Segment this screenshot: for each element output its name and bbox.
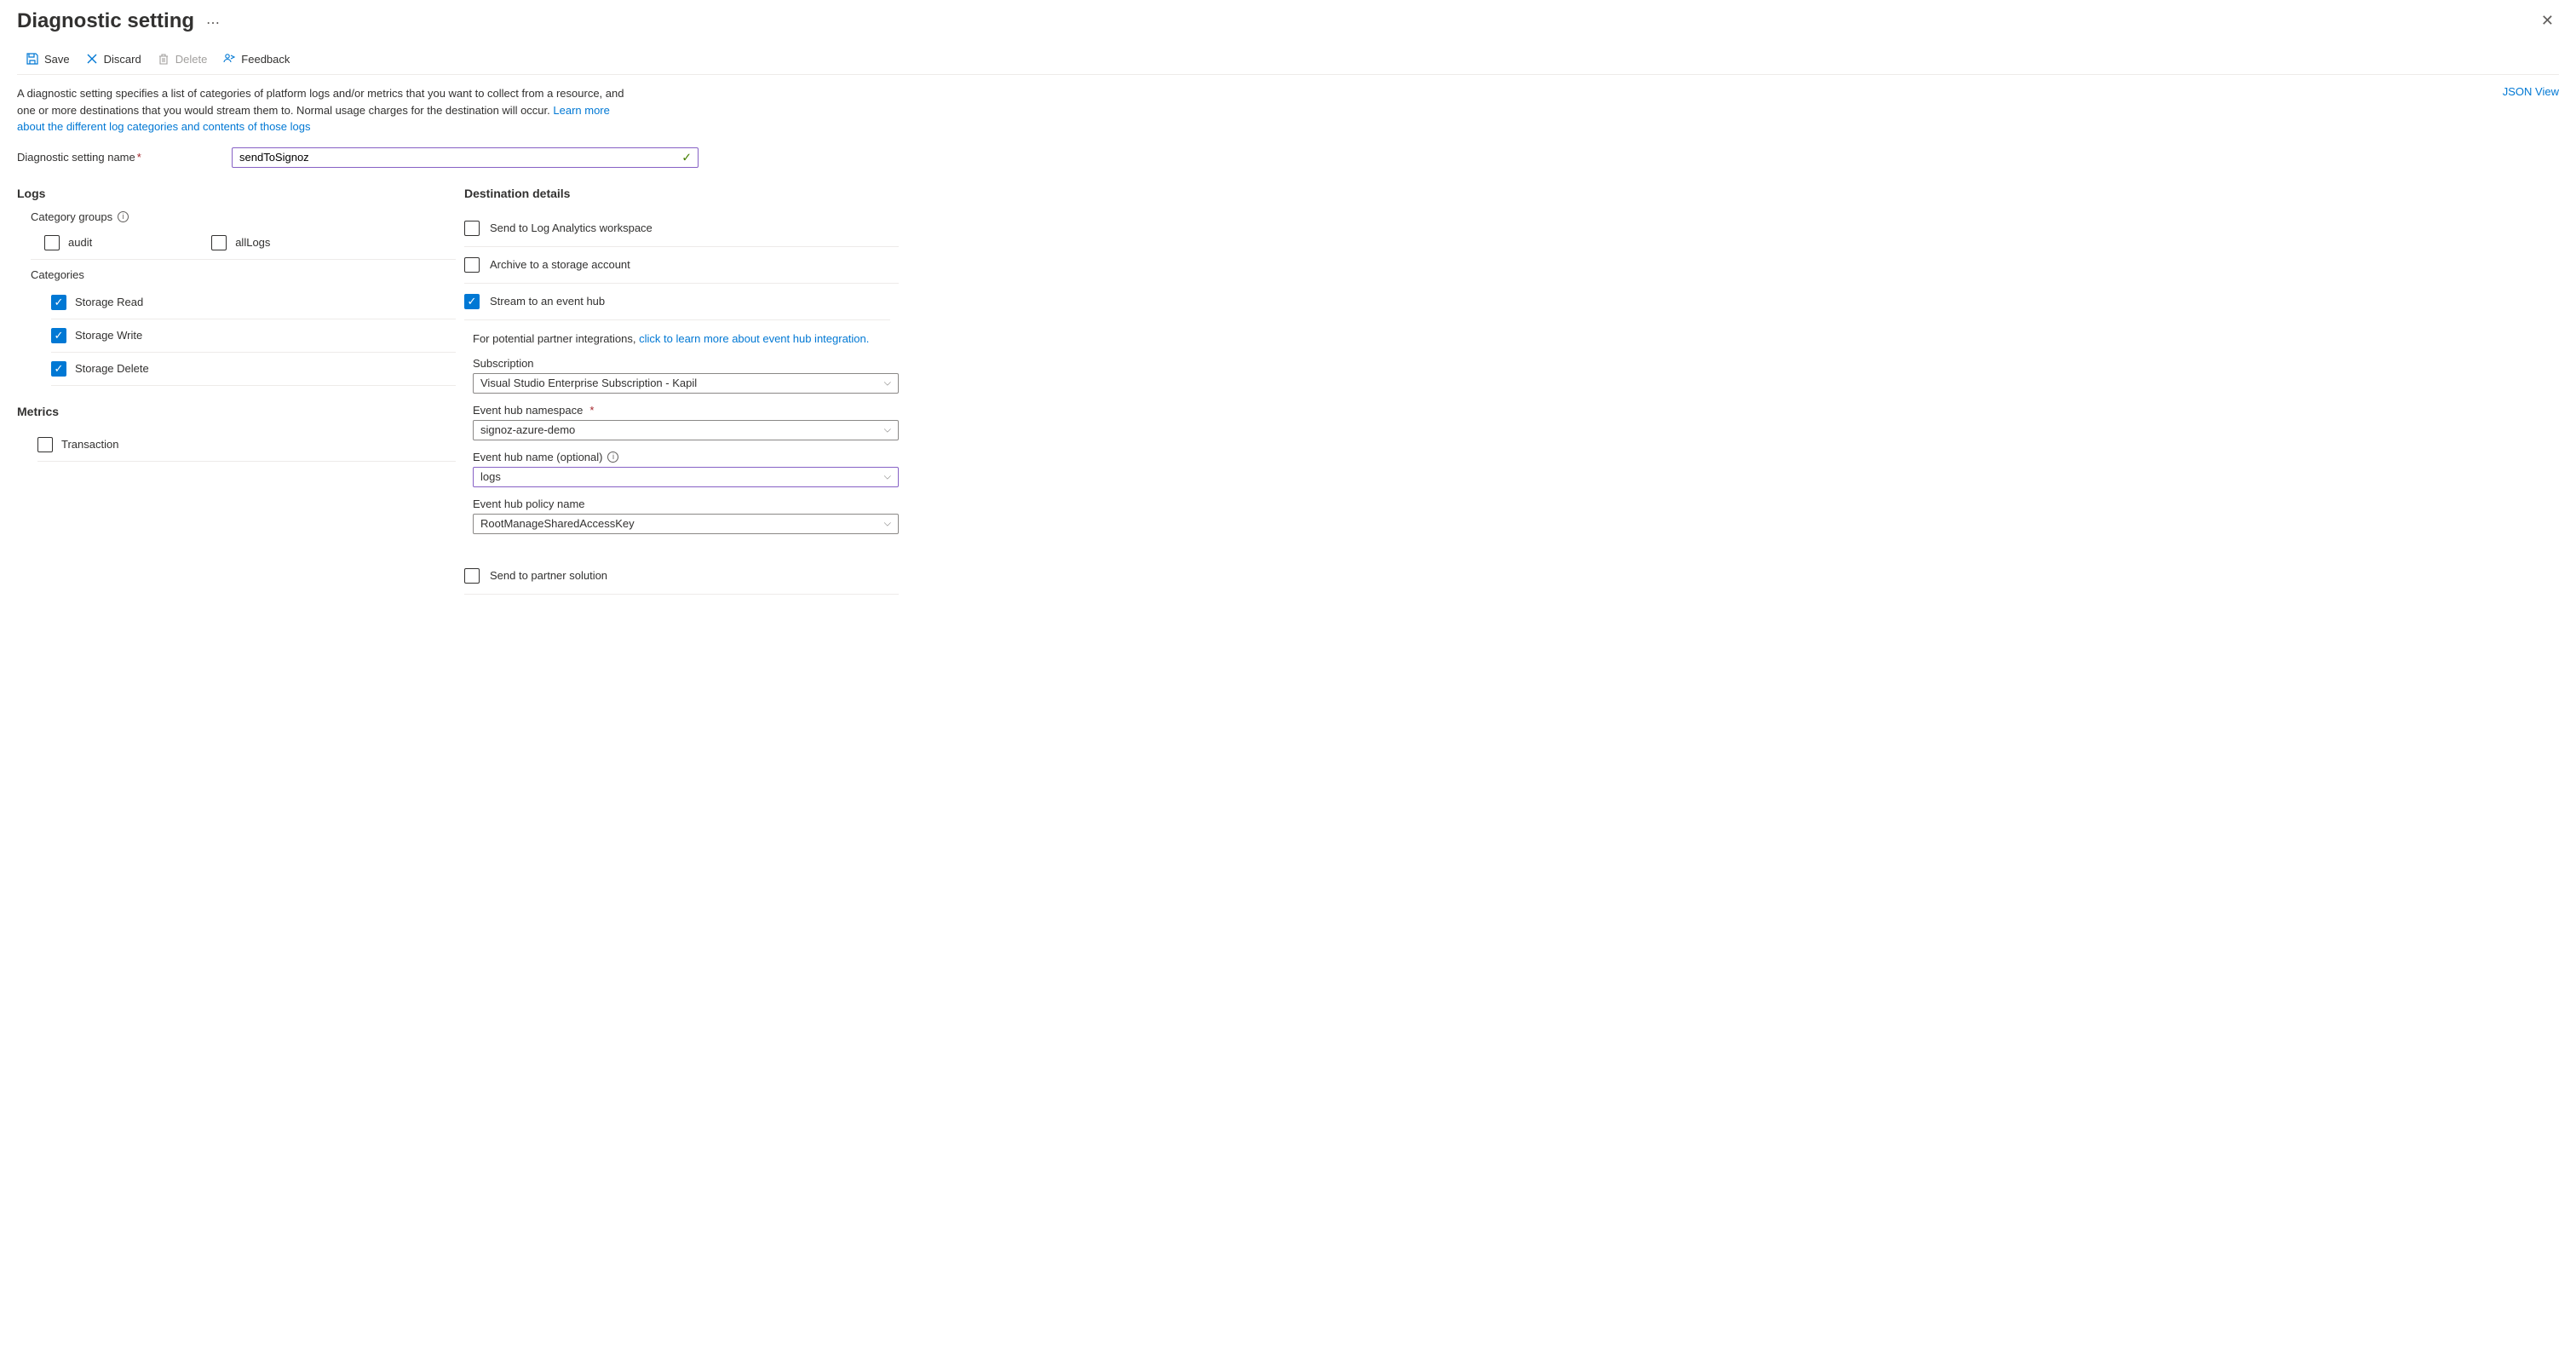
- subscription-label: Subscription: [473, 357, 899, 370]
- namespace-label: Event hub namespace*: [473, 404, 899, 417]
- chevron-down-icon: ⌵: [884, 424, 891, 435]
- storage-read-checkbox[interactable]: [51, 295, 66, 310]
- feedback-label: Feedback: [241, 53, 290, 66]
- save-icon: [26, 52, 39, 66]
- info-icon[interactable]: i: [607, 452, 618, 463]
- delete-label: Delete: [175, 53, 208, 66]
- discard-button[interactable]: Discard: [85, 52, 141, 66]
- eh-note: For potential partner integrations, clic…: [473, 332, 899, 345]
- logs-heading: Logs: [17, 187, 464, 200]
- hub-name-select[interactable]: logs ⌵: [473, 467, 899, 487]
- delete-button: Delete: [157, 52, 208, 66]
- transaction-checkbox[interactable]: [37, 437, 53, 452]
- audit-label: audit: [68, 236, 92, 249]
- log-analytics-label: Send to Log Analytics workspace: [490, 221, 653, 234]
- feedback-button[interactable]: Feedback: [222, 52, 290, 66]
- json-view-link[interactable]: JSON View: [2503, 85, 2559, 98]
- close-icon[interactable]: ✕: [2536, 7, 2559, 35]
- namespace-select[interactable]: signoz-azure-demo ⌵: [473, 420, 899, 440]
- log-analytics-checkbox[interactable]: [464, 221, 480, 236]
- setting-name-input[interactable]: [232, 147, 699, 168]
- page-title: Diagnostic setting: [17, 9, 194, 33]
- setting-name-label: Diagnostic setting name*: [17, 151, 232, 164]
- storage-write-checkbox[interactable]: [51, 328, 66, 343]
- info-icon[interactable]: i: [118, 211, 129, 222]
- toolbar: Save Discard Delete Feedback: [17, 35, 2559, 75]
- categories-label: Categories: [31, 268, 464, 281]
- subscription-select[interactable]: Visual Studio Enterprise Subscription - …: [473, 373, 899, 394]
- alllogs-checkbox[interactable]: [211, 235, 227, 250]
- discard-label: Discard: [104, 53, 141, 66]
- storage-delete-label: Storage Delete: [75, 362, 149, 375]
- destination-heading: Destination details: [464, 187, 899, 200]
- policy-label: Event hub policy name: [473, 498, 899, 510]
- event-hub-checkbox[interactable]: [464, 294, 480, 309]
- save-label: Save: [44, 53, 70, 66]
- valid-check-icon: ✓: [681, 150, 692, 164]
- partner-solution-label: Send to partner solution: [490, 569, 607, 582]
- save-button[interactable]: Save: [26, 52, 70, 66]
- transaction-label: Transaction: [61, 438, 118, 451]
- alllogs-label: allLogs: [235, 236, 270, 249]
- chevron-down-icon: ⌵: [884, 471, 891, 482]
- category-groups-label: Category groups i: [31, 210, 464, 223]
- description-text: A diagnostic setting specifies a list of…: [17, 85, 630, 135]
- partner-solution-checkbox[interactable]: [464, 568, 480, 584]
- event-hub-label: Stream to an event hub: [490, 295, 605, 308]
- more-menu-icon[interactable]: ⋯: [206, 12, 220, 31]
- hub-name-label: Event hub name (optional) i: [473, 451, 899, 463]
- storage-account-checkbox[interactable]: [464, 257, 480, 273]
- storage-account-label: Archive to a storage account: [490, 258, 630, 271]
- storage-write-label: Storage Write: [75, 329, 142, 342]
- discard-icon: [85, 52, 99, 66]
- audit-checkbox[interactable]: [44, 235, 60, 250]
- feedback-icon: [222, 52, 236, 66]
- storage-read-label: Storage Read: [75, 296, 143, 308]
- eh-integration-link[interactable]: click to learn more about event hub inte…: [639, 332, 869, 345]
- storage-delete-checkbox[interactable]: [51, 361, 66, 377]
- chevron-down-icon: ⌵: [884, 518, 891, 529]
- metrics-heading: Metrics: [17, 405, 464, 418]
- delete-icon: [157, 52, 170, 66]
- chevron-down-icon: ⌵: [884, 377, 891, 388]
- policy-select[interactable]: RootManageSharedAccessKey ⌵: [473, 514, 899, 534]
